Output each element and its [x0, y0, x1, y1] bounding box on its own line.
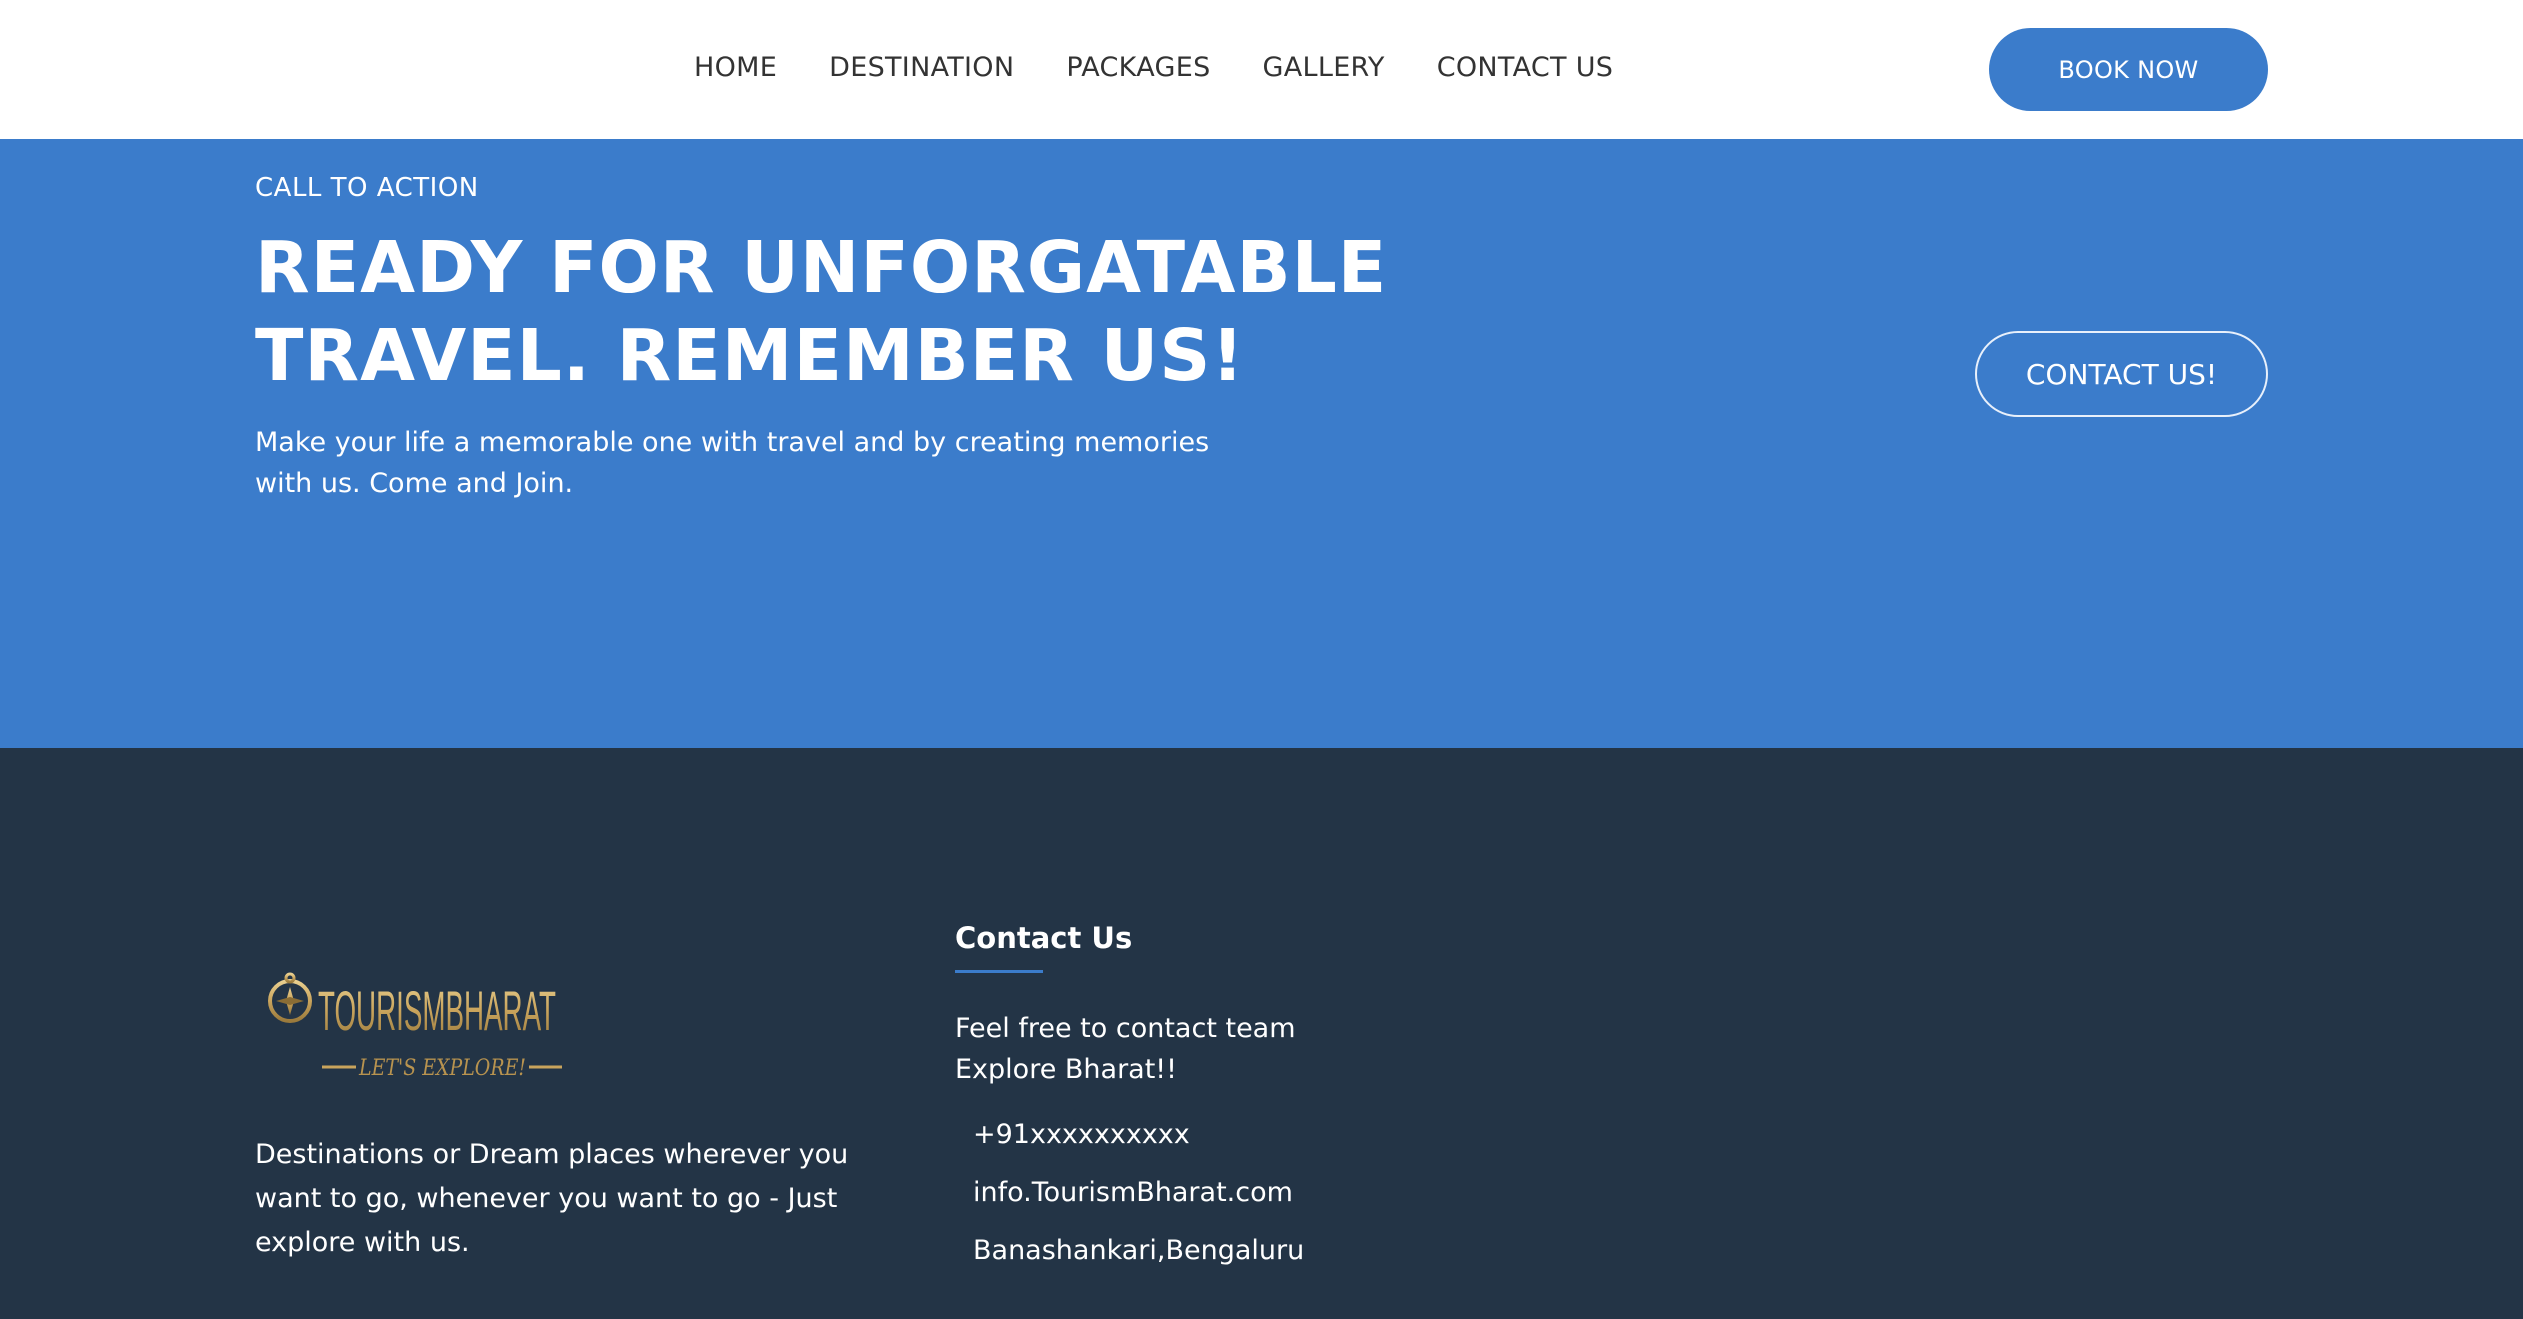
book-now-button[interactable]: BOOK NOW: [1989, 28, 2268, 111]
cta-description: Make your life a memorable one with trav…: [255, 427, 1210, 499]
main-nav: HOME DESTINATION PACKAGES GALLERY CONTAC…: [694, 48, 1613, 88]
call-to-action-section: CALL TO ACTION READY FOR UNFORGATABLE TR…: [0, 139, 2523, 748]
nav-gallery[interactable]: GALLERY: [1263, 48, 1385, 88]
contact-address: Banashankari,Bengaluru: [973, 1235, 1305, 1266]
cta-title-line-2: TRAVEL. REMEMBER US!: [255, 314, 1245, 397]
contact-us-button[interactable]: CONTACT US!: [1975, 331, 2268, 417]
contact-phone[interactable]: +91xxxxxxxxxx: [973, 1115, 1304, 1173]
logo-tagline: LET'S EXPLORE!: [358, 1056, 526, 1081]
compass-icon: [268, 972, 312, 1023]
nav-destination[interactable]: DESTINATION: [829, 48, 1014, 88]
contact-intro: Feel free to contact team Explore Bharat…: [955, 1013, 1296, 1085]
nav-packages[interactable]: PACKAGES: [1066, 48, 1210, 88]
nav-home[interactable]: HOME: [694, 48, 777, 88]
contact-email[interactable]: info.TourismBharat.com: [973, 1173, 1304, 1231]
site-footer: TOURISMBHARAT LET'S EXPLORE! Destination…: [0, 748, 2523, 1319]
logo-graphic: TOURISMBHARAT LET'S EXPLORE!: [268, 972, 562, 1081]
cta-kicker: CALL TO ACTION: [255, 173, 479, 203]
contact-list: +91xxxxxxxxxx info.TourismBharat.com Ban…: [973, 1115, 1304, 1289]
nav-contact-us[interactable]: CONTACT US: [1437, 48, 1614, 88]
contact-heading: Contact Us: [955, 921, 1133, 955]
tourismbharat-logo[interactable]: TOURISMBHARAT LET'S EXPLORE!: [262, 933, 572, 1093]
footer-about-text: Destinations or Dream places wherever yo…: [255, 1139, 849, 1258]
heading-underline: [955, 970, 1043, 973]
site-header: HOME DESTINATION PACKAGES GALLERY CONTAC…: [0, 0, 2523, 139]
cta-title-line-1: READY FOR UNFORGATABLE: [255, 226, 1388, 309]
logo-wordmark: TOURISMBHARAT: [318, 979, 556, 1042]
cta-title: READY FOR UNFORGATABLE TRAVEL. REMEMBER …: [255, 224, 1455, 400]
